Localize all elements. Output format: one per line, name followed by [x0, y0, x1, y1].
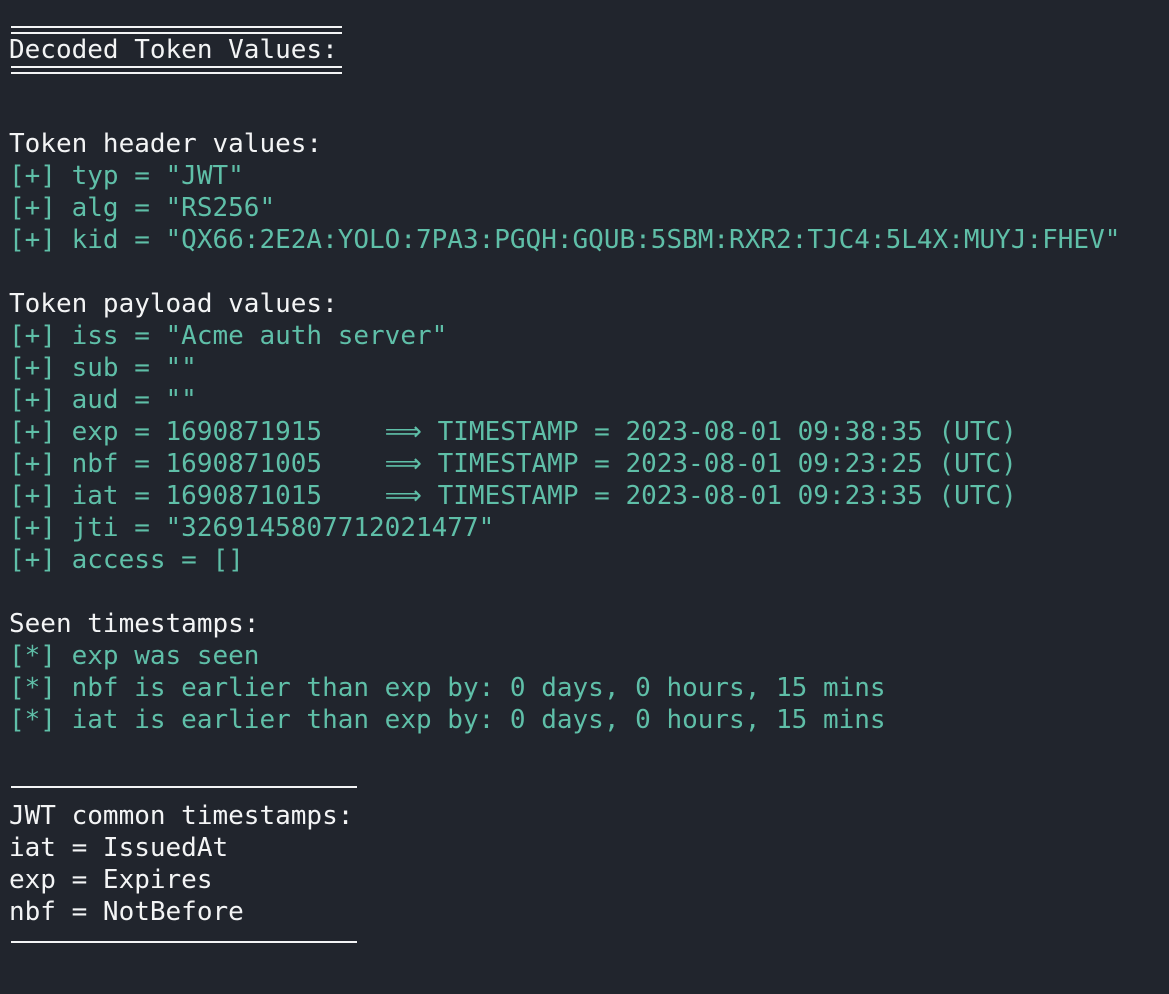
payload-line-exp: [+] exp = 1690871915 ⟹ TIMESTAMP = 2023-…	[9, 417, 1017, 447]
timestamps-line-nbf: [*] nbf is earlier than exp by: 0 days, …	[9, 673, 886, 703]
top-double-rule-slot	[9, 0, 1169, 34]
legend-line-iat: iat = IssuedAt	[9, 833, 229, 863]
legend-line-exp: exp = Expires	[9, 865, 213, 895]
timestamps-line-iat: [*] iat is earlier than exp by: 0 days, …	[9, 705, 886, 735]
payload-line-nbf: [+] nbf = 1690871005 ⟹ TIMESTAMP = 2023-…	[9, 449, 1017, 479]
terminal-output: Decoded Token Values: Token header value…	[0, 0, 1169, 956]
payload-line-iss: [+] iss = "Acme auth server"	[9, 321, 448, 351]
timestamps-section-heading: Seen timestamps:	[9, 609, 260, 639]
double-rule	[11, 66, 342, 74]
header-section-heading: Token header values:	[9, 129, 323, 159]
page-title: Decoded Token Values:	[9, 35, 338, 65]
legend-line-nbf: nbf = NotBefore	[9, 897, 244, 927]
payload-line-access: [+] access = []	[9, 545, 244, 575]
double-rule	[11, 26, 342, 34]
header-line-kid: [+] kid = "QX66:2E2A:YOLO:7PA3:PGQH:GQUB…	[9, 225, 1121, 255]
legend-top-rule-slot	[9, 786, 1169, 800]
header-line-alg: [+] alg = "RS256"	[9, 193, 276, 223]
timestamps-line-exp: [*] exp was seen	[9, 641, 260, 671]
legend-section-heading: JWT common timestamps:	[9, 801, 354, 831]
header-line-typ: [+] typ = "JWT"	[9, 161, 244, 191]
payload-section-heading: Token payload values:	[9, 289, 338, 319]
single-rule	[11, 941, 357, 943]
legend-bottom-rule-slot	[9, 928, 1169, 956]
payload-line-sub: [+] sub = ""	[9, 353, 197, 383]
payload-line-aud: [+] aud = ""	[9, 385, 197, 415]
bottom-double-rule-slot	[9, 66, 1169, 78]
single-rule	[11, 786, 357, 788]
payload-line-jti: [+] jti = "3269145807712021477"	[9, 513, 495, 543]
payload-line-iat: [+] iat = 1690871015 ⟹ TIMESTAMP = 2023-…	[9, 481, 1017, 511]
